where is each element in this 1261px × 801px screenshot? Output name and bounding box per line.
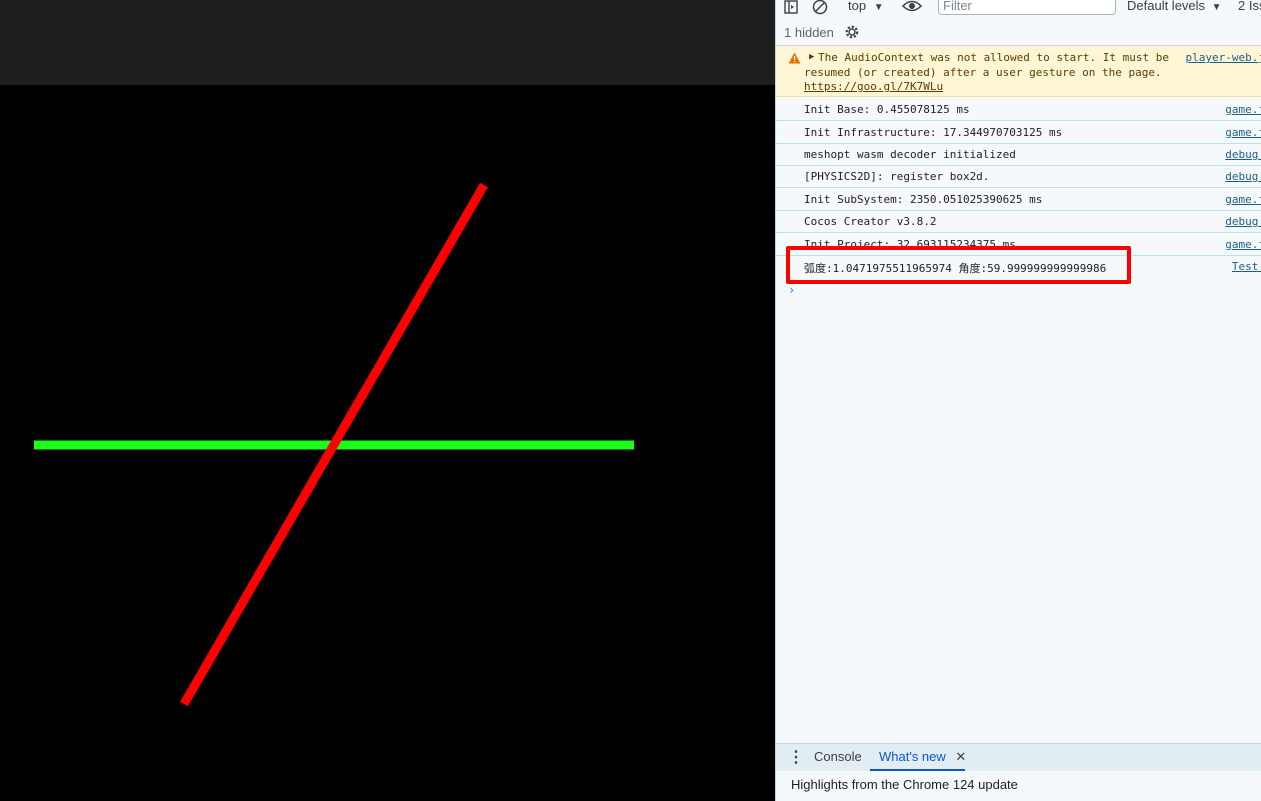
warning-link[interactable]: https://goo.gl/7K7WLu bbox=[804, 80, 943, 95]
whats-new-headline: Highlights from the Chrome 124 update bbox=[791, 777, 1018, 792]
red-highlight-box bbox=[786, 246, 1131, 284]
game-scene bbox=[34, 182, 634, 707]
game-canvas[interactable] bbox=[0, 85, 775, 801]
filter-input[interactable]: Filter bbox=[938, 0, 1116, 15]
hidden-messages-row: 1 hidden bbox=[776, 22, 1261, 44]
log-text: [PHYSICS2D]: register box2d. bbox=[804, 170, 990, 183]
log-text: Init Infrastructure: 17.344970703125 ms bbox=[804, 126, 1063, 139]
sidebar-toggle-icon[interactable] bbox=[784, 0, 798, 17]
log-text: Cocos Creator v3.8.2 bbox=[804, 215, 937, 228]
drawer-content: Highlights from the Chrome 124 update bbox=[776, 771, 1261, 801]
close-icon[interactable]: ✕ bbox=[955, 749, 966, 764]
hidden-count: 1 hidden bbox=[784, 25, 834, 40]
devtools-panel: top ▼ Filter Default levels ▼ 2 Iss 1 hi… bbox=[775, 0, 1261, 801]
console-toolbar: top ▼ Filter Default levels ▼ 2 Iss bbox=[776, 0, 1261, 20]
log-source-link[interactable]: game.f bbox=[1225, 238, 1261, 251]
tab-whats-new-label: What's new bbox=[879, 749, 946, 764]
filter-placeholder: Filter bbox=[943, 0, 972, 13]
console-warning-message[interactable]: ▶ The AudioContext was not allowed to st… bbox=[776, 46, 1261, 97]
warning-source-link[interactable]: player-web.j bbox=[1186, 51, 1261, 64]
console-log-row[interactable]: meshopt wasm decoder initialized debug. bbox=[776, 144, 1261, 166]
log-source-link[interactable]: game.f bbox=[1225, 193, 1261, 206]
chevron-down-icon: ▼ bbox=[1211, 2, 1222, 13]
warning-line-1: The AudioContext was not allowed to star… bbox=[818, 51, 1169, 64]
log-source-link[interactable]: debug. bbox=[1225, 148, 1261, 161]
log-levels-label: Default levels bbox=[1127, 0, 1206, 13]
console-log-row[interactable]: Cocos Creator v3.8.2 debug. bbox=[776, 211, 1261, 233]
settings-gear-icon[interactable] bbox=[844, 24, 860, 43]
log-text: Init Base: 0.455078125 ms bbox=[804, 103, 970, 116]
log-text: Init SubSystem: 2350.051025390625 ms bbox=[804, 193, 1043, 206]
tab-console[interactable]: Console bbox=[814, 749, 862, 764]
log-source-link[interactable]: game.f bbox=[1225, 103, 1261, 116]
console-log-row[interactable]: Init Base: 0.455078125 ms game.f bbox=[776, 98, 1261, 121]
tab-whats-new[interactable]: What's new ✕ bbox=[879, 749, 966, 765]
more-tabs-icon[interactable]: ⋮ bbox=[788, 747, 804, 767]
log-source-link[interactable]: game.f bbox=[1225, 126, 1261, 139]
console-log-row[interactable]: [PHYSICS2D]: register box2d. debug. bbox=[776, 166, 1261, 188]
clear-console-icon[interactable] bbox=[812, 0, 828, 18]
console-prompt[interactable]: › bbox=[788, 283, 795, 297]
warning-icon bbox=[788, 52, 801, 67]
log-levels-dropdown[interactable]: Default levels ▼ bbox=[1127, 0, 1222, 13]
expand-triangle-icon[interactable]: ▶ bbox=[809, 52, 814, 62]
context-selector[interactable]: top ▼ bbox=[848, 0, 884, 13]
drawer-tab-bar: ⋮ Console What's new ✕ bbox=[776, 743, 1261, 771]
console-log-row[interactable]: Init SubSystem: 2350.051025390625 ms gam… bbox=[776, 188, 1261, 211]
console-log-row[interactable]: Init Infrastructure: 17.344970703125 ms … bbox=[776, 121, 1261, 144]
issues-counter[interactable]: 2 Iss bbox=[1238, 0, 1261, 13]
log-source-link[interactable]: debug. bbox=[1225, 170, 1261, 183]
warning-line-2: resumed (or created) after a user gestur… bbox=[804, 65, 1162, 79]
log-text: meshopt wasm decoder initialized bbox=[804, 148, 1016, 161]
game-top-bar bbox=[0, 0, 775, 85]
chevron-down-icon: ▼ bbox=[873, 2, 884, 13]
context-label: top bbox=[848, 0, 867, 13]
log-source-link[interactable]: Test. bbox=[1232, 260, 1261, 273]
log-source-link[interactable]: debug. bbox=[1225, 215, 1261, 228]
eye-icon[interactable] bbox=[901, 0, 923, 16]
